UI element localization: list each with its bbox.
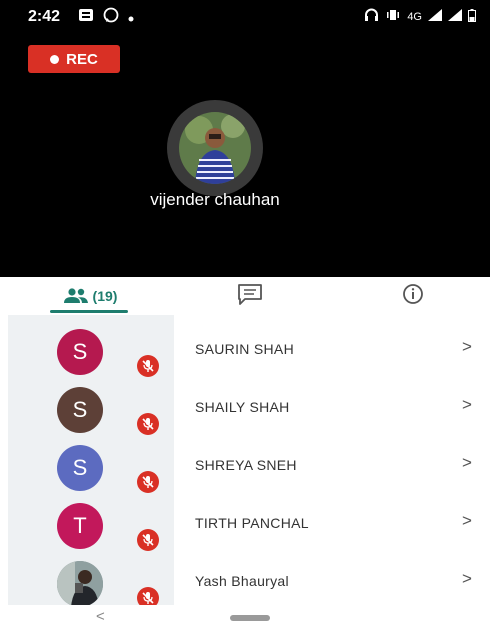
status-bar: 2:42 4G: [0, 0, 490, 34]
notification-icon: [78, 8, 94, 27]
avatar-photo: [57, 561, 103, 607]
participant-name: SHREYA SNEH: [195, 457, 297, 473]
chevron-right-icon[interactable]: >: [462, 395, 472, 415]
tab-chat[interactable]: [225, 277, 275, 315]
speaker-photo: [179, 112, 251, 184]
people-count: (19): [92, 288, 118, 304]
speaker-avatar: [167, 100, 263, 196]
participant-name: SHAILY SHAH: [195, 399, 290, 415]
chevron-right-icon[interactable]: >: [462, 337, 472, 357]
chevron-right-icon[interactable]: >: [462, 511, 472, 531]
system-nav-bar: <: [0, 605, 490, 634]
participant-name: TIRTH PANCHAL: [195, 515, 309, 531]
signal-icon: [448, 9, 462, 24]
rec-badge[interactable]: REC: [28, 45, 120, 73]
participant-name: Yash Bhauryal: [195, 573, 289, 589]
avatar: T: [57, 503, 103, 549]
rec-label: REC: [66, 50, 98, 68]
back-icon[interactable]: <: [96, 608, 105, 625]
chat-icon: [237, 283, 263, 310]
avatar: S: [57, 387, 103, 433]
status-time: 2:42: [28, 8, 61, 25]
whatsapp-icon: [103, 7, 119, 28]
avatar: S: [57, 329, 103, 375]
tab-indicator: [50, 310, 128, 313]
info-icon: [402, 283, 424, 310]
dot-icon: [128, 9, 134, 27]
video-stage: 2:42 4G REC vijender chauhan: [0, 0, 490, 277]
signal-icon: [428, 9, 442, 24]
speaker-name: vijender chauhan: [150, 190, 280, 209]
participant-row[interactable]: T TIRTH PANCHAL >: [0, 489, 490, 551]
participant-name: SAURIN SHAH: [195, 341, 294, 357]
headphones-icon: [364, 8, 379, 25]
participant-row[interactable]: S SHAILY SHAH >: [0, 373, 490, 435]
participant-list: S SAURIN SHAH > S SHAILY SHAH > S SHREYA…: [0, 315, 490, 609]
battery-icon: [468, 8, 476, 25]
chevron-right-icon[interactable]: >: [462, 569, 472, 589]
people-icon: [63, 287, 89, 306]
avatar: S: [57, 445, 103, 491]
participant-row[interactable]: S SAURIN SHAH >: [0, 315, 490, 377]
tab-info[interactable]: [388, 277, 438, 315]
vibrate-icon: [385, 9, 401, 24]
rec-dot-icon: [50, 54, 60, 64]
participant-row[interactable]: Yash Bhauryal >: [0, 547, 490, 609]
home-pill[interactable]: [230, 615, 270, 621]
participant-row[interactable]: S SHREYA SNEH >: [0, 431, 490, 493]
chevron-right-icon[interactable]: >: [462, 453, 472, 473]
network-type: 4G: [407, 10, 422, 23]
